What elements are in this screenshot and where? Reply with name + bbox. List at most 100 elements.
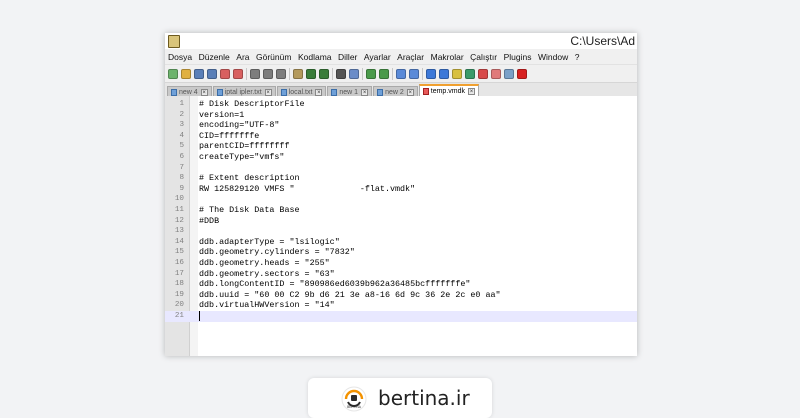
code-line[interactable]: 17 ddb.geometry.sectors = "63" [165,269,637,280]
sync-horizontal-icon[interactable] [409,68,419,79]
code-line[interactable]: 3 encoding="UTF-8" [165,120,637,131]
function-list-icon[interactable] [478,68,488,79]
code-line[interactable]: 14 ddb.adapterType = "lsilogic" [165,237,637,248]
code-line[interactable]: 7 [165,163,637,174]
code-line[interactable]: 2 version=1 [165,110,637,121]
code-line[interactable]: 20 ddb.virtualHWVersion = "14" [165,300,637,311]
menu-item-3[interactable]: Görünüm [256,52,291,62]
code-line[interactable]: 18 ddb.longContentID = "890986ed6039b962a… [165,279,637,290]
code-line[interactable]: 13 [165,226,637,237]
line-number: 15 [174,248,184,257]
code-line[interactable]: 9 RW 125829120 VMFS " -flat.vmdk" [165,184,637,195]
code-line[interactable]: 12 #DDB [165,216,637,227]
menu-item-10[interactable]: Plugins [504,52,532,62]
tab-close-icon[interactable]: × [264,88,272,96]
menu-item-4[interactable]: Kodlama [298,52,332,62]
menu-item-9[interactable]: Çalıştır [470,52,497,62]
toolbar [165,64,637,82]
tab-label: temp.vmdk [430,88,465,95]
code-line[interactable]: 21 [165,311,637,322]
word-wrap-icon[interactable] [426,68,436,79]
code-text: ddb.longContentID = "890986ed6039b962a36… [199,279,471,290]
code-text: createType="vmfs" [199,152,285,162]
macro-record-icon[interactable] [517,68,527,79]
tab-close-icon[interactable]: × [468,88,475,95]
monitor-icon[interactable] [504,68,514,79]
line-number: 7 [179,163,184,172]
editor-area[interactable]: 1 # Disk DescriptorFile 2 version=1 3 encodin… [165,96,637,356]
code-text: #DDB [199,215,220,226]
unsaved-file-icon [422,88,429,95]
toolbar-separator [246,67,247,80]
print-icon[interactable] [250,68,260,79]
code-line[interactable]: 8 # Extent description [165,173,637,184]
bertina-logo-icon: BERTINA [341,386,367,412]
new-file-icon[interactable] [168,68,178,79]
app-icon [168,35,180,48]
tab-close-icon[interactable]: × [406,88,414,96]
find-icon[interactable] [336,68,346,79]
copy-icon[interactable] [276,68,286,79]
tab-bar: new 4 × iptal ipler.txt × local.txt × new 1 × ne… [165,82,637,97]
menu-item-11[interactable]: Window [538,52,568,62]
tab-close-icon[interactable]: × [200,88,208,96]
code-line[interactable]: 1 # Disk DescriptorFile [165,99,637,110]
line-number: 19 [174,290,184,299]
code-line[interactable]: 4 CID=fffffffe [165,131,637,142]
code-text: # Extent description [199,173,300,184]
doc-map-icon[interactable] [465,68,475,79]
sync-vertical-icon[interactable] [396,68,406,79]
zoom-in-icon[interactable] [366,68,376,79]
text-caret [199,311,200,321]
menu-item-0[interactable]: Dosya [168,52,192,62]
logo-text: BERTINA [347,405,362,409]
indent-guide-icon[interactable] [452,68,462,79]
undo-icon[interactable] [306,68,316,79]
menu-item-5[interactable]: Diller [338,52,357,62]
menu-item-6[interactable]: Ayarlar [364,52,391,62]
line-number: 3 [179,121,184,130]
menu-item-2[interactable]: Ara [236,52,249,62]
code-line[interactable]: 11 # The Disk Data Base [165,205,637,216]
code-line[interactable]: 10 [165,194,637,205]
show-all-chars-icon[interactable] [439,68,449,79]
replace-icon[interactable] [349,68,359,79]
redo-icon[interactable] [319,68,329,79]
menu-item-8[interactable]: Makrolar [431,52,464,62]
line-number: 13 [174,227,184,236]
zoom-out-icon[interactable] [379,68,389,79]
tab-close-icon[interactable]: × [361,88,369,96]
saved-file-icon [280,88,287,96]
menu-item-7[interactable]: Araçlar [397,52,424,62]
toolbar-separator [422,67,423,80]
line-number: 11 [174,206,184,214]
close-all-icon[interactable] [233,68,243,79]
code-line[interactable]: 16 ddb.geometry.heads = "255" [165,258,637,269]
close-icon[interactable] [220,68,230,79]
toolbar-separator [362,67,363,80]
menu-item-12[interactable]: ? [575,52,580,62]
code-text: # The Disk Data Base [199,205,300,215]
save-icon[interactable] [194,68,204,79]
line-number: 2 [179,110,184,119]
line-number: 8 [179,174,184,183]
code-line[interactable]: 5 parentCID=ffffffff [165,141,637,152]
code-line[interactable]: 6 createType="vmfs" [165,152,637,163]
saved-file-icon [216,88,223,96]
code-line[interactable]: 15 ddb.geometry.cylinders = "7832" [165,247,637,258]
code-line[interactable]: 19 ddb.uuid = "60 00 C2 9b d6 21 3e a8-16… [165,290,637,301]
line-number: 9 [179,184,184,193]
tab-close-icon[interactable]: × [315,88,323,96]
code-text: # Disk DescriptorFile [199,99,305,109]
code-text: ddb.uuid = "60 00 C2 9b d6 21 3e a8-16 6… [199,289,501,300]
code-text: parentCID=ffffffff [199,141,290,152]
line-number: 20 [174,301,184,310]
tab-label: new 2 [385,88,404,96]
menu-item-1[interactable]: Düzenle [199,52,230,62]
line-number: 10 [174,195,184,204]
open-folder-icon[interactable] [181,68,191,79]
save-all-icon[interactable] [207,68,217,79]
cut-icon[interactable] [263,68,273,79]
paste-icon[interactable] [293,68,303,79]
folder-workspace-icon[interactable] [491,68,501,79]
